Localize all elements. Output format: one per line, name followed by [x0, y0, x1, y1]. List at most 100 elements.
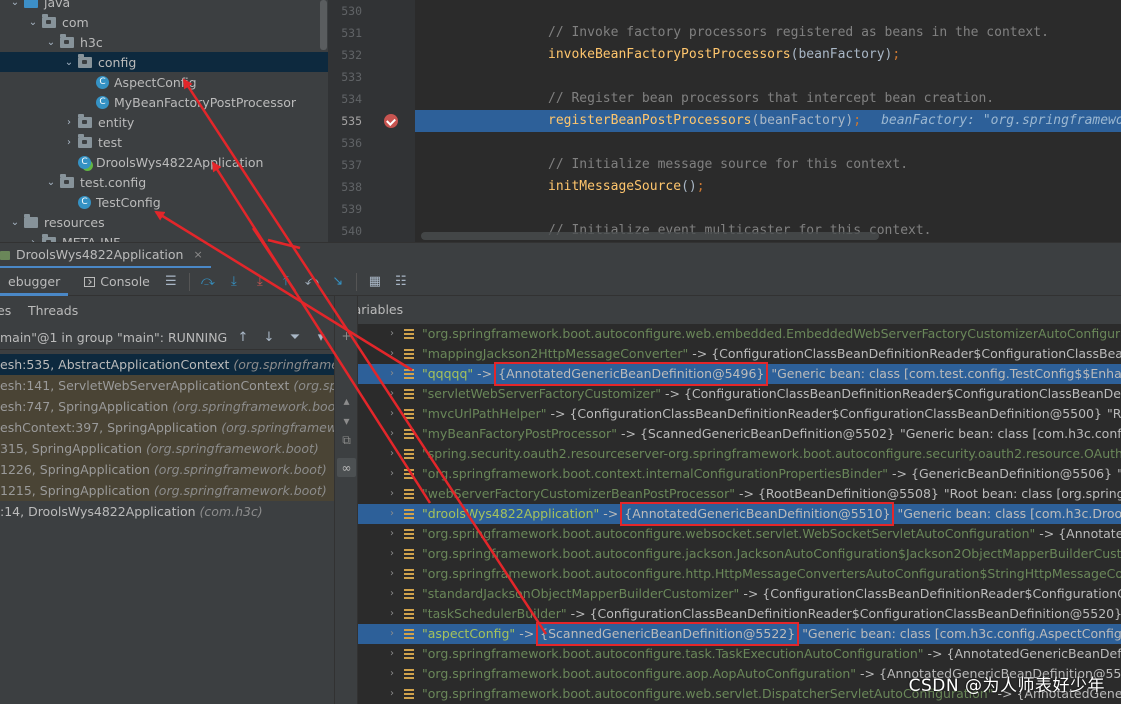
tree-item[interactable]: › entity: [0, 112, 328, 132]
line-number[interactable]: 539: [328, 202, 362, 216]
tree-item[interactable]: ⌄ com: [0, 12, 328, 32]
down-arrow-icon[interactable]: ↓: [256, 330, 282, 345]
stack-frame[interactable]: eshContext:397, SpringApplication (org.s…: [0, 417, 334, 438]
tree-item[interactable]: ⌄ h3c: [0, 32, 328, 52]
up-icon[interactable]: ▴: [337, 391, 356, 410]
line-number[interactable]: 532: [328, 48, 362, 62]
code-line[interactable]: // Register bean processors that interce…: [415, 88, 1121, 110]
stack-frame[interactable]: esh:141, ServletWebServerApplicationCont…: [0, 375, 334, 396]
tree-item[interactable]: ›CTestConfig: [0, 192, 328, 212]
tree-item[interactable]: ›CAspectConfig: [0, 72, 328, 92]
variable-row[interactable]: › "mappingJackson2HttpMessageConverter" ->…: [358, 344, 1121, 364]
variable-row[interactable]: › "webServerFactoryCustomizerBeanPostProc…: [358, 484, 1121, 504]
up-arrow-icon[interactable]: ↑: [230, 330, 256, 345]
chevron-right-icon[interactable]: ›: [378, 504, 404, 524]
variable-row[interactable]: › "org.springframework.boot.context.inter…: [358, 464, 1121, 484]
chevron-right-icon[interactable]: ›: [378, 404, 404, 424]
force-step-into-icon[interactable]: ⤓: [250, 272, 270, 292]
stack-frame[interactable]: 1215, SpringApplication (org.springframe…: [0, 480, 334, 501]
chevron-right-icon[interactable]: ›: [378, 584, 404, 604]
breakpoint-icon[interactable]: [384, 114, 398, 128]
tab-debugger[interactable]: ebugger: [0, 268, 69, 296]
tree-item[interactable]: ›CMyBeanFactoryPostProcessor: [0, 92, 328, 112]
down-icon[interactable]: ▾: [337, 411, 356, 430]
line-number[interactable]: 531: [328, 26, 362, 40]
chevron-right-icon[interactable]: ›: [378, 684, 404, 704]
variable-row[interactable]: › "org.springframework.boot.autoconfigure…: [358, 524, 1121, 544]
copy-icon[interactable]: ⧉: [337, 431, 356, 450]
variable-row[interactable]: › "org.springframework.boot.autoconfigure…: [358, 544, 1121, 564]
line-number[interactable]: 534: [328, 92, 362, 106]
chevron-right-icon[interactable]: ›: [378, 564, 404, 584]
line-number[interactable]: 538: [328, 180, 362, 194]
tree-item[interactable]: ⌄ java: [0, 0, 328, 12]
code-line[interactable]: [415, 0, 1121, 22]
chevron-right-icon[interactable]: ›: [378, 464, 404, 484]
line-number[interactable]: 537: [328, 158, 362, 172]
variable-row[interactable]: › "org.springframework.boot.autoconfigure…: [358, 564, 1121, 584]
code-line[interactable]: [415, 66, 1121, 88]
tab-frames[interactable]: es: [0, 303, 28, 318]
evaluate-icon[interactable]: ▦: [365, 272, 385, 292]
filter-icon[interactable]: ⏷: [282, 330, 308, 345]
variable-row[interactable]: › "spring.security.oauth2.resourceserver-…: [358, 444, 1121, 464]
stack-frame[interactable]: esh:747, SpringApplication (org.springfr…: [0, 396, 334, 417]
chevron-right-icon[interactable]: ›: [378, 484, 404, 504]
step-out-icon[interactable]: ⤒: [276, 272, 296, 292]
chevron-right-icon[interactable]: ›: [378, 324, 404, 344]
chevron-right-icon[interactable]: ›: [378, 624, 404, 644]
tree-item[interactable]: ⌄ test.config: [0, 172, 328, 192]
glasses-icon[interactable]: ∞: [337, 458, 356, 477]
step-into-icon[interactable]: ⤓: [224, 272, 244, 292]
step-over-icon[interactable]: ⤼: [198, 272, 218, 292]
code-line[interactable]: // Initialize message source for this co…: [415, 154, 1121, 176]
variable-row[interactable]: › "qqqqq" -> {AnnotatedGenericBeanDefinitio…: [358, 362, 1121, 386]
variable-row[interactable]: › "org.springframework.boot.autoconfigure…: [358, 644, 1121, 664]
code-line[interactable]: // Invoke factory processors registered …: [415, 22, 1121, 44]
chevron-right-icon[interactable]: ›: [378, 544, 404, 564]
code-line[interactable]: [415, 132, 1121, 154]
chevron-right-icon[interactable]: ›: [378, 384, 404, 404]
chevron-down-icon[interactable]: ▾: [308, 330, 334, 345]
tab-console[interactable]: Console: [76, 268, 158, 296]
chevron-right-icon[interactable]: ›: [62, 137, 76, 148]
tree-item[interactable]: ⌄ resources: [0, 212, 328, 232]
code-line[interactable]: initMessageSource();: [415, 176, 1121, 198]
project-tree[interactable]: ⌄java⌄com⌄h3c⌄config›CAspectConfig›CMyBe…: [0, 0, 328, 242]
chevron-right-icon[interactable]: ›: [378, 344, 404, 364]
code-editor[interactable]: // Initialize event multicaster for this…: [415, 0, 1121, 242]
chevron-down-icon[interactable]: ⌄: [44, 37, 58, 48]
code-line[interactable]: invokeBeanFactoryPostProcessors(beanFact…: [415, 44, 1121, 66]
chevron-right-icon[interactable]: ›: [378, 444, 404, 464]
line-number[interactable]: 536: [328, 136, 362, 150]
variable-row[interactable]: › "myBeanFactoryPostProcessor" -> {ScannedG…: [358, 424, 1121, 444]
chevron-down-icon[interactable]: ⌄: [8, 0, 22, 8]
tree-item[interactable]: ›CDroolsWys4822Application: [0, 152, 328, 172]
chevron-down-icon[interactable]: ⌄: [26, 17, 40, 28]
tree-item[interactable]: › META-INF: [0, 232, 328, 242]
line-number[interactable]: 535: [328, 114, 362, 128]
stack-frame[interactable]: 315, SpringApplication (org.springframew…: [0, 438, 334, 459]
variable-row[interactable]: › "mvcUrlPathHelper" -> {ConfigurationClass…: [358, 404, 1121, 424]
close-icon[interactable]: ×: [193, 248, 202, 261]
stack-frame[interactable]: :14, DroolsWys4822Application (com.h3c): [0, 501, 334, 522]
chevron-down-icon[interactable]: ⌄: [8, 217, 22, 228]
add-watch-icon[interactable]: +: [337, 326, 356, 345]
chevron-right-icon[interactable]: ›: [378, 644, 404, 664]
stack-frame[interactable]: 1226, SpringApplication (org.springframe…: [0, 459, 334, 480]
thread-selector[interactable]: main"@1 in group "main": RUNNING ↑ ↓ ⏷ ▾: [0, 326, 334, 350]
debug-session-tab[interactable]: DroolsWys4822Application ×: [0, 243, 211, 269]
line-number[interactable]: 530: [328, 4, 362, 18]
variable-row[interactable]: › "taskSchedulerBuilder" -> {ConfigurationC…: [358, 604, 1121, 624]
variable-row[interactable]: › "aspectConfig" -> {ScannedGenericBeanDefi…: [358, 622, 1121, 646]
chevron-right-icon[interactable]: ›: [378, 604, 404, 624]
chevron-down-icon[interactable]: ⌄: [62, 57, 76, 68]
menu-icon[interactable]: ☰: [161, 272, 181, 292]
chevron-right-icon[interactable]: ›: [378, 364, 404, 384]
chevron-right-icon[interactable]: ›: [378, 424, 404, 444]
variable-row[interactable]: › "droolsWys4822Application" -> {AnnotatedG…: [358, 502, 1121, 526]
layout-icon[interactable]: ☷: [391, 272, 411, 292]
chevron-right-icon[interactable]: ›: [378, 524, 404, 544]
stack-frame[interactable]: esh:535, AbstractApplicationContext (org…: [0, 354, 334, 375]
editor-horizontal-scrollbar[interactable]: [421, 232, 879, 240]
